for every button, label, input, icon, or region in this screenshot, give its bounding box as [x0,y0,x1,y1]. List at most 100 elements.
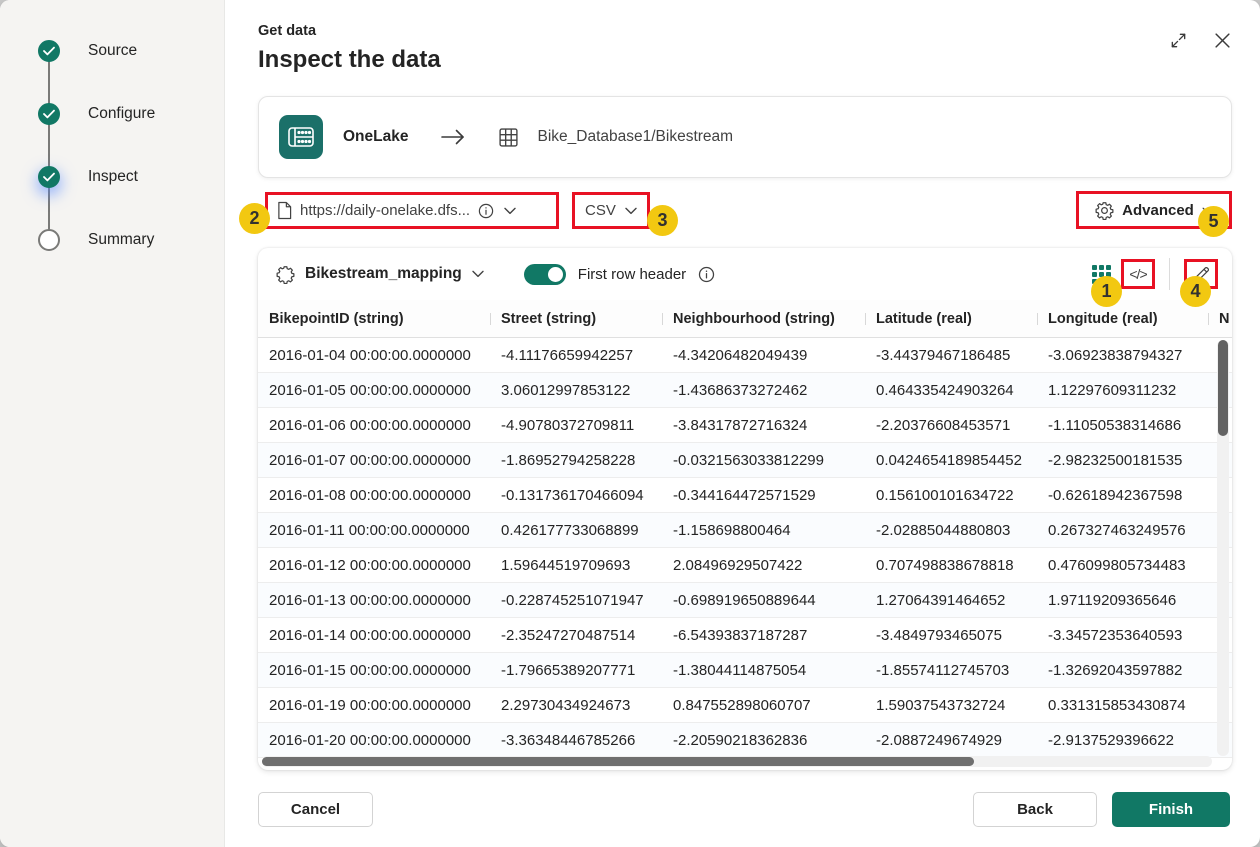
mapping-toolbar: Bikestream_mapping First row header </> [258,248,1232,300]
table-cell: 1.59644519709693 [501,556,631,574]
file-format-value: CSV [585,202,616,219]
table-cell: -0.62618942367598 [1048,486,1183,504]
step-label: Configure [88,105,156,122]
table-cell: 0.707498838678818 [876,556,1014,574]
mapping-gear-icon [276,265,295,284]
table-row[interactable]: 2016-01-12 00:00:00.0000000 1.59644519709… [258,548,1232,583]
step-label: Inspect [88,168,138,185]
stepper-connector-line [48,51,50,239]
table-cell: -1.85574112745703 [876,661,1010,679]
table-cell: -3.34572353640593 [1048,626,1183,644]
column-header[interactable]: Latitude (real) [865,311,1037,327]
table-cell: -2.0887249674929 [876,731,1002,749]
first-row-header-label: First row header [577,265,687,283]
source-name: OneLake [343,128,409,145]
file-url-dropdown[interactable]: https://daily-onelake.dfs... [265,192,559,229]
table-cell: -3.06923838794327 [1048,346,1183,364]
step-status-icon [38,40,60,62]
callout-1: 1 [1091,276,1122,307]
stepper-item[interactable]: Configure [38,103,155,125]
cancel-button[interactable]: Cancel [258,792,373,827]
horizontal-scrollbar-thumb[interactable] [262,757,974,766]
table-cell: -0.0321563033812299 [673,451,824,469]
table-row[interactable]: 2016-01-11 00:00:00.0000000 0.42617773306… [258,513,1232,548]
table-cell: -1.79665389207771 [501,661,636,679]
stepper-item[interactable]: Source [38,40,137,62]
table-row[interactable]: 2016-01-08 00:00:00.0000000 -0.1317361704… [258,478,1232,513]
table-cell: -0.344164472571529 [673,486,816,504]
table-cell: -3.36348446785266 [501,731,636,749]
onelake-icon [279,115,323,159]
column-header[interactable]: Street (string) [490,311,662,327]
table-cell: -1.32692043597882 [1048,661,1183,679]
table-cell: 1.27064391464652 [876,591,1006,609]
table-cell: 2016-01-14 00:00:00.0000000 [269,626,471,644]
horizontal-scrollbar[interactable] [262,756,1212,767]
table-row[interactable]: 2016-01-07 00:00:00.0000000 -1.8695279425… [258,443,1232,478]
table-row[interactable]: 2016-01-14 00:00:00.0000000 -2.3524727048… [258,618,1232,653]
column-header[interactable]: N [1208,311,1232,327]
table-row[interactable]: 2016-01-20 00:00:00.0000000 -3.3634844678… [258,723,1232,758]
expand-dialog-button[interactable] [1166,28,1190,52]
first-row-header-toggle[interactable] [523,263,566,285]
file-format-dropdown[interactable]: CSV [572,192,650,229]
callout-2: 2 [239,203,270,234]
table-cell: -3.4849793465075 [876,626,1002,644]
info-icon[interactable] [478,203,494,219]
table-cell: -2.20590218362836 [673,731,808,749]
table-cell: 2016-01-12 00:00:00.0000000 [269,556,471,574]
table-cell: 2016-01-04 00:00:00.0000000 [269,346,471,364]
info-icon[interactable] [698,266,715,283]
callout-3: 3 [647,205,678,236]
table-cell: 2.29730434924673 [501,696,631,714]
expand-icon [1171,33,1185,47]
table-row[interactable]: 2016-01-05 00:00:00.0000000 3.06012997853… [258,373,1232,408]
vertical-scrollbar[interactable] [1217,340,1229,756]
table-row[interactable]: 2016-01-04 00:00:00.0000000 -4.1117665994… [258,338,1232,373]
table-cell: -6.54393837187287 [673,626,808,644]
table-cell: 0.331315853430874 [1048,696,1186,714]
vertical-scrollbar-thumb[interactable] [1218,340,1228,436]
check-icon [43,109,55,119]
close-dialog-button[interactable] [1210,28,1234,52]
stepper-item[interactable]: Inspect [38,166,138,188]
table-body: 2016-01-04 00:00:00.0000000 -4.1117665994… [258,338,1232,758]
table-cell: -2.35247270487514 [501,626,636,644]
column-header[interactable]: BikepointID (string) [258,311,490,327]
finish-button[interactable]: Finish [1112,792,1230,827]
source-destination-card: OneLake Bike_Database1/Bikestream [258,96,1232,178]
page-title: Inspect the data [258,46,441,73]
table-cell: -1.158698800464 [673,521,791,539]
step-label: Summary [88,231,155,248]
table-cell: -4.90780372709811 [501,416,635,434]
table-row[interactable]: 2016-01-13 00:00:00.0000000 -0.2287452510… [258,583,1232,618]
file-icon [277,201,292,220]
table-cell: -2.98232500181535 [1048,451,1183,469]
code-view-button[interactable]: </> [1121,259,1155,289]
table-row[interactable]: 2016-01-19 00:00:00.0000000 2.29730434924… [258,688,1232,723]
table-cell: 1.97119209365646 [1048,591,1177,609]
table-cell: -4.34206482049439 [673,346,808,364]
toggle-knob [547,266,563,282]
table-cell: 2016-01-20 00:00:00.0000000 [269,731,471,749]
table-cell: -1.38044114875054 [673,661,807,679]
stepper-item[interactable]: Summary [38,229,154,251]
table-cell: 0.156100101634722 [876,486,1014,504]
wizard-sidebar: Source Configure Inspect Summary [0,0,225,847]
step-status-icon [38,103,60,125]
back-button[interactable]: Back [973,792,1097,827]
check-icon [43,46,55,56]
advanced-label: Advanced [1122,201,1194,219]
column-header[interactable]: Neighbourhood (string) [662,311,865,327]
table-row[interactable]: 2016-01-15 00:00:00.0000000 -1.7966538920… [258,653,1232,688]
close-icon [1214,32,1230,48]
chevron-down-icon[interactable] [472,270,484,278]
column-header[interactable]: Longitude (real) [1037,311,1208,327]
file-url-value: https://daily-onelake.dfs... [300,202,471,219]
table-cell: 2016-01-19 00:00:00.0000000 [269,696,471,714]
table-header: BikepointID (string) Street (string) Neigh… [258,300,1232,338]
chevron-down-icon [625,207,637,215]
table-row[interactable]: 2016-01-06 00:00:00.0000000 -4.9078037270… [258,408,1232,443]
get-data-dialog: Source Configure Inspect Summary Get dat… [0,0,1260,847]
mapping-name-dropdown[interactable]: Bikestream_mapping [305,265,462,283]
